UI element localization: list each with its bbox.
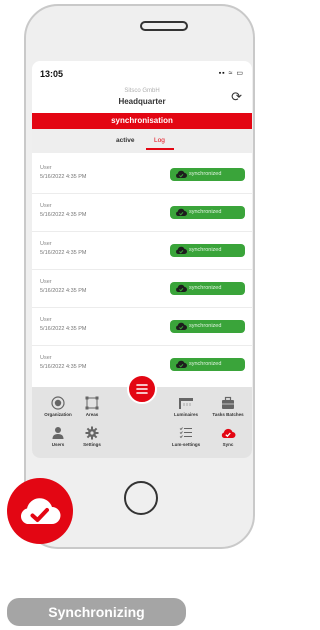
- log-row[interactable]: User 5/16/2022 4:35 PM synchronized: [32, 309, 252, 346]
- checklist-icon: [179, 427, 192, 439]
- row-date: 5/16/2022 4:35 PM: [40, 364, 87, 370]
- feature-caption: Synchronizing: [7, 598, 186, 626]
- status-badge: synchronized: [170, 358, 245, 371]
- app-screen: 13:05 ▪▪ ≈ ▭ Sitsco GmbH Headquarter ⟳ s…: [32, 61, 252, 458]
- status-badge: synchronized: [170, 320, 245, 333]
- nav-label: Tasks Batches: [212, 412, 244, 417]
- status-text: synchronized: [189, 285, 222, 291]
- cloud-check-icon: [176, 208, 187, 216]
- status-text: synchronized: [189, 323, 222, 329]
- cloud-check-icon: [176, 360, 187, 368]
- nav-lum-settings[interactable]: Lum-settings: [166, 426, 206, 447]
- company-name: Sitsco GmbH: [124, 88, 160, 94]
- phone-speaker: [140, 21, 188, 31]
- nav-tasks-batches[interactable]: Tasks Batches: [208, 396, 248, 417]
- briefcase-icon: [222, 396, 234, 409]
- row-user: User: [40, 203, 52, 209]
- row-user: User: [40, 279, 52, 285]
- areas-icon: [85, 396, 99, 410]
- nav-label: Sync: [222, 442, 234, 447]
- status-text: synchronized: [189, 361, 222, 367]
- sync-feature-badge: [7, 478, 73, 544]
- page-title: synchronisation: [32, 113, 252, 129]
- nav-label: Luminaires: [173, 412, 198, 417]
- cloud-check-icon: [176, 284, 187, 292]
- row-user: User: [40, 165, 52, 171]
- cloud-check-icon: [176, 246, 187, 254]
- menu-button[interactable]: [127, 374, 157, 404]
- row-date: 5/16/2022 4:35 PM: [40, 250, 87, 256]
- row-date: 5/16/2022 4:35 PM: [40, 288, 87, 294]
- status-text: synchronized: [189, 209, 222, 215]
- row-user: User: [40, 317, 52, 323]
- status-badge: synchronized: [170, 282, 245, 295]
- tab-active[interactable]: active: [116, 137, 134, 144]
- nav-areas[interactable]: Areas: [72, 396, 112, 417]
- status-badge: synchronized: [170, 244, 245, 257]
- row-date: 5/16/2022 4:35 PM: [40, 212, 87, 218]
- nav-sync[interactable]: Sync: [208, 426, 248, 447]
- cloud-check-icon: [176, 170, 187, 178]
- row-date: 5/16/2022 4:35 PM: [40, 174, 87, 180]
- row-user: User: [40, 241, 52, 247]
- user-icon: [52, 427, 64, 439]
- cloud-check-icon: [20, 498, 61, 524]
- log-row[interactable]: User 5/16/2022 4:35 PM synchronized: [32, 195, 252, 232]
- status-time: 13:05: [40, 69, 64, 79]
- nav-luminaires[interactable]: Luminaires: [166, 396, 206, 417]
- status-badge: synchronized: [170, 168, 245, 181]
- status-text: synchronized: [189, 171, 222, 177]
- home-button[interactable]: [124, 481, 158, 515]
- gear-icon: [85, 426, 99, 440]
- status-badge: synchronized: [170, 206, 245, 219]
- nav-settings[interactable]: Settings: [72, 426, 112, 447]
- cloud-check-icon: [176, 322, 187, 330]
- row-user: User: [40, 355, 52, 361]
- log-row[interactable]: User 5/16/2022 4:35 PM synchronized: [32, 233, 252, 270]
- luminaire-icon: [179, 398, 193, 409]
- tab-log[interactable]: Log: [154, 137, 165, 144]
- organization-icon: [51, 396, 65, 410]
- log-row[interactable]: User 5/16/2022 4:35 PM synchronized: [32, 271, 252, 308]
- status-text: synchronized: [189, 247, 222, 253]
- row-date: 5/16/2022 4:35 PM: [40, 326, 87, 332]
- nav-label: Settings: [83, 442, 101, 447]
- cloud-check-icon: [221, 428, 236, 438]
- nav-label: Areas: [85, 412, 99, 417]
- status-icons: ▪▪ ≈ ▭: [218, 70, 244, 77]
- log-row[interactable]: User 5/16/2022 4:35 PM synchronized: [32, 157, 252, 194]
- refresh-icon[interactable]: ⟳: [231, 89, 242, 105]
- tab-log-indicator: [146, 148, 174, 150]
- menu-icon: [136, 384, 148, 394]
- nav-label: Lum-settings: [171, 442, 201, 447]
- location-name: Headquarter: [118, 97, 166, 106]
- tab-bar: [32, 129, 252, 153]
